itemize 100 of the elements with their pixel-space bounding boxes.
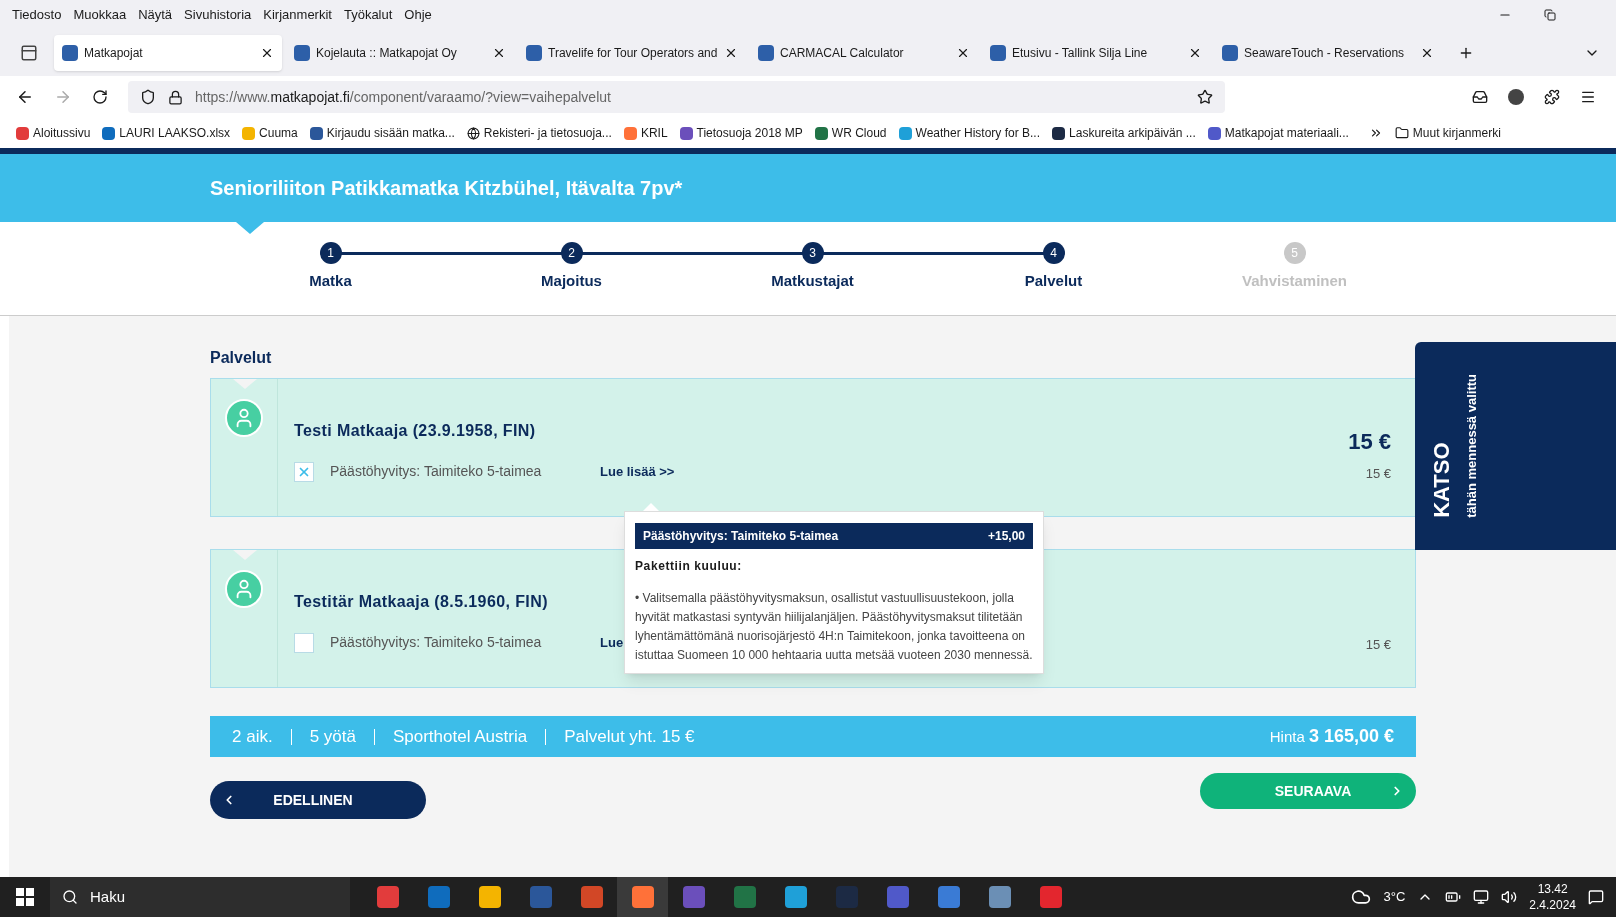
site-icon (1222, 45, 1238, 61)
site-icon (294, 45, 310, 61)
site-icon (1207, 126, 1221, 140)
step-number[interactable]: 1 (319, 242, 342, 264)
close-icon[interactable] (956, 46, 970, 60)
site-icon (758, 45, 774, 61)
browser-tab[interactable]: Matkapojat (54, 35, 282, 71)
menu-item[interactable]: Muokkaa (73, 5, 127, 25)
total-price: Hinta 3 165,00 € (1269, 725, 1394, 748)
side-tab[interactable]: KATSO tähän mennessä valittu (1415, 342, 1616, 550)
lock-icon (168, 89, 183, 105)
step-number[interactable]: 4 (1042, 242, 1065, 264)
bookmark-item[interactable]: Tietosuoja 2018 MP (679, 124, 803, 142)
app-icon[interactable] (580, 886, 603, 908)
step-number[interactable]: 3 (801, 242, 824, 264)
bookmark-item[interactable]: WR Cloud (814, 124, 887, 142)
restore-icon[interactable] (1544, 9, 1556, 21)
step-label[interactable]: Palvelut (1024, 270, 1083, 293)
tab-title: SeawareTouch - Reservations (1244, 45, 1406, 62)
bookmark-item[interactable]: Aloitussivu (16, 124, 91, 142)
read-more-link[interactable]: Lue (600, 632, 624, 653)
search-icon (62, 889, 78, 905)
menu-item[interactable]: Sivuhistoria (184, 5, 252, 25)
tab-title: Etusivu - Tallink Silja Line (1012, 45, 1149, 62)
url-text: https://www.matkapojat.fi/component/varaamo/?view=vaihepalvelut (195, 87, 611, 107)
account-icon[interactable] (1508, 89, 1524, 105)
bookmark-item[interactable]: KRIL (623, 124, 668, 142)
site-icon (16, 126, 29, 140)
tray-icon[interactable] (1472, 89, 1488, 105)
bookmark-item[interactable]: Kirjaudu sisään matka... (309, 124, 455, 142)
summary-item: Sporthotel Austria (373, 728, 528, 745)
close-icon[interactable] (260, 46, 274, 60)
bookmark-item[interactable]: Matkapojat materiaali... (1207, 124, 1349, 142)
back-icon[interactable] (16, 88, 34, 106)
price: 15 € (1365, 636, 1391, 654)
browser-tab[interactable]: Kojelauta :: Matkapojat Oy (286, 35, 514, 71)
step-label[interactable]: Matka (309, 270, 352, 293)
bookmark-item[interactable]: Weather History for B... (898, 124, 1041, 142)
checkbox[interactable] (294, 632, 314, 653)
menu-item[interactable]: Työkalut (343, 5, 393, 25)
tooltip-text: • Valitsemalla päästöhyvitysmaksun, osallistut vastuullisuustekoon, jolla hyvität matkastasi syntyvän hiilijalanjäljen. Päästöhyvitysmaksut tilitetään lyhentämättömänä nuorisojärjestö 4H:n Taimitekoon, jonka tavoitteena on istuttaa Suomeen 10 000 hehtaaria uutta metsää vuoteen 2030 mennessä. (635, 590, 1033, 664)
total-price: 15 € (1348, 428, 1391, 456)
checkbox[interactable] (294, 461, 314, 482)
bookmark-star-icon[interactable] (1197, 89, 1213, 105)
app-icon[interactable] (376, 886, 399, 908)
close-icon[interactable] (492, 46, 506, 60)
menu-item[interactable]: Kirjanmerkit (263, 5, 332, 25)
trip-title: Senioriliiton Patikkamatka Kitzbühel, Itävalta 7pv* (210, 176, 683, 201)
bookmark-item[interactable]: Rekisteri- ja tietosuoja... (466, 124, 612, 142)
windows-logo-icon[interactable] (16, 888, 34, 906)
read-more-link[interactable]: Lue lisää >> (600, 461, 675, 482)
avatar-icon (225, 570, 263, 608)
menu-item[interactable]: Ohje (404, 5, 432, 25)
browser-tab[interactable]: Etusivu - Tallink Silja Line (982, 35, 1210, 71)
price: 15 € (1365, 465, 1391, 483)
step-label[interactable]: Majoitus (541, 270, 602, 293)
clock[interactable]: 13.42 2.4.2024 (1529, 881, 1576, 913)
app-icon[interactable] (631, 886, 654, 908)
temperature[interactable]: 3°C (1383, 887, 1406, 907)
avatar-icon (225, 399, 263, 437)
app-icon[interactable] (988, 886, 1011, 908)
app-icon[interactable] (937, 886, 960, 908)
site-icon (102, 126, 116, 140)
speaker-icon[interactable] (1501, 889, 1518, 905)
browser-tab[interactable]: SeawareTouch - Reservations (1214, 35, 1442, 71)
tab-title: CARMACAL Calculator (780, 45, 905, 62)
taskbar-search[interactable]: Haku (50, 877, 350, 917)
puzzle-icon[interactable] (1544, 89, 1560, 105)
step-number[interactable]: 2 (560, 242, 583, 264)
step-label[interactable]: Matkustajat (771, 270, 854, 293)
bookmark-item[interactable]: LAURI LAAKSO.xlsx (102, 124, 231, 142)
browser-tab[interactable]: CARMACAL Calculator (750, 35, 978, 71)
bookmark-folder[interactable]: Muut kirjanmerki (1394, 124, 1501, 142)
summary-item: 2 aik. (232, 728, 273, 745)
new-tab-icon[interactable] (1458, 45, 1474, 61)
shield-icon (140, 89, 156, 105)
site-icon (526, 45, 542, 61)
menu-item[interactable]: Näytä (138, 5, 173, 25)
bookmark-item[interactable]: Laskureita arkipäivän ... (1052, 124, 1196, 142)
battery-icon[interactable] (1445, 889, 1462, 905)
tab-list-icon[interactable] (20, 44, 38, 62)
summary-item: Palvelut yht. 15 € (545, 728, 695, 745)
traveller-name: Testitär Matkaaja (8.5.1960, FIN) (294, 592, 548, 612)
notifications-icon[interactable] (1588, 889, 1604, 905)
menu-item[interactable]: Tiedosto (12, 5, 62, 25)
menu-icon[interactable] (1580, 89, 1596, 105)
network-icon[interactable] (1473, 889, 1490, 905)
address-bar[interactable]: https://www.matkapojat.fi/component/varaamo/?view=vaihepalvelut (128, 81, 1225, 113)
close-icon[interactable] (724, 46, 738, 60)
reload-icon[interactable] (92, 89, 108, 105)
traveller-name: Testi Matkaaja (23.9.1958, FIN) (294, 421, 536, 441)
app-icon[interactable] (478, 886, 501, 908)
close-icon[interactable] (1420, 46, 1434, 60)
previous-button[interactable]: EDELLINEN (210, 781, 426, 819)
site-icon (62, 45, 78, 61)
cloud-icon[interactable] (1351, 887, 1372, 907)
close-icon[interactable] (1188, 46, 1202, 60)
browser-tab[interactable]: Travelife for Tour Operators and (518, 35, 746, 71)
app-icon[interactable] (784, 886, 807, 908)
bookmark-item[interactable]: Cuuma (242, 124, 298, 142)
